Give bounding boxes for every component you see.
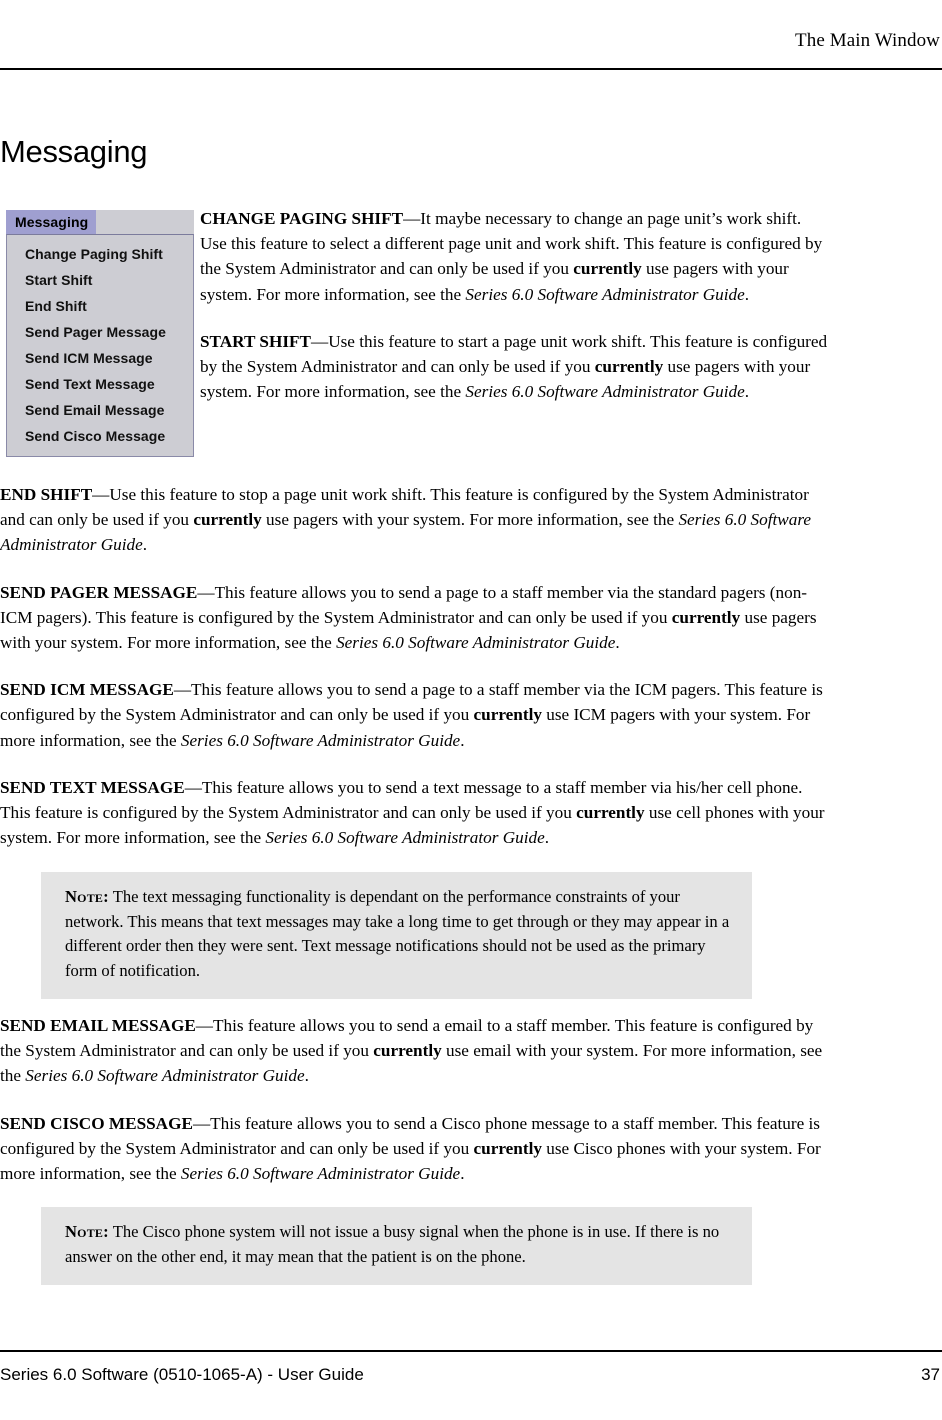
emphasis-currently: currently xyxy=(473,705,542,725)
paragraph-send-pager-message: SEND PAGER MESSAGE—This feature allows y… xyxy=(0,580,830,656)
term-end-shift: END SHIFT xyxy=(0,485,93,504)
main-text-flow: END SHIFT—Use this feature to stop a pag… xyxy=(0,482,830,850)
menu-item-send-cisco-message[interactable]: Send Cisco Message xyxy=(7,423,193,449)
paragraph-send-icm-message: SEND ICM MESSAGE—This feature allows you… xyxy=(0,677,830,753)
text: . xyxy=(544,828,549,848)
note-body: The Cisco phone system will not issue a … xyxy=(65,1222,720,1266)
paragraph-change-paging-shift: CHANGE PAGING SHIFT—It maybe necessary t… xyxy=(200,206,832,307)
reference-title: Series 6.0 Software Administrator Guide xyxy=(465,382,745,402)
note-body: The text messaging functionality is depe… xyxy=(65,887,730,980)
term-change-paging-shift: CHANGE PAGING SHIFT xyxy=(200,209,404,228)
text: . xyxy=(615,633,620,653)
term-send-email-message: SEND EMAIL MESSAGE xyxy=(0,1016,196,1035)
paragraph-send-email-message: SEND EMAIL MESSAGE—This feature allows y… xyxy=(0,1013,830,1089)
paragraph-send-text-message: SEND TEXT MESSAGE—This feature allows yo… xyxy=(0,775,830,851)
reference-title: Series 6.0 Software Administrator Guide xyxy=(336,633,616,653)
emphasis-currently: currently xyxy=(594,357,664,377)
note-text: Note: The text messaging functionality i… xyxy=(65,885,732,983)
term-send-cisco-message: SEND CISCO MESSAGE xyxy=(0,1113,193,1133)
text: . xyxy=(142,535,148,555)
emphasis-currently: currently xyxy=(473,1138,542,1158)
page-title: Messaging xyxy=(0,134,148,169)
text: . xyxy=(304,1066,309,1086)
emphasis-currently: currently xyxy=(573,259,642,279)
main-text-flow-continued: SEND EMAIL MESSAGE—This feature allows y… xyxy=(0,1013,830,1186)
term-send-icm-message: SEND ICM MESSAGE xyxy=(0,680,174,700)
reference-title: Series 6.0 Software Administrator Guide xyxy=(180,1164,461,1184)
paragraph-send-cisco-message: SEND CISCO MESSAGE—This feature allows y… xyxy=(0,1111,830,1187)
menu-item-start-shift[interactable]: Start Shift xyxy=(7,267,193,293)
footer-page-number: 37 xyxy=(921,1365,940,1384)
page-content: Messaging Messaging Change Paging Shift … xyxy=(0,132,942,847)
menu-item-send-icm-message[interactable]: Send ICM Message xyxy=(7,345,193,371)
note-text: Note: The Cisco phone system will not is… xyxy=(65,1220,732,1269)
menu-bar-item-messaging[interactable]: Messaging xyxy=(6,210,97,234)
emphasis-currently: currently xyxy=(671,607,741,627)
note-box-cisco-phone: Note: The Cisco phone system will not is… xyxy=(41,1207,752,1285)
menu-item-send-pager-message[interactable]: Send Pager Message xyxy=(7,319,193,345)
term-start-shift: START SHIFT xyxy=(200,331,311,351)
text: . xyxy=(460,730,465,750)
term-send-pager-message: SEND PAGER MESSAGE xyxy=(0,582,198,602)
menu-item-end-shift[interactable]: End Shift xyxy=(7,293,193,319)
text: . xyxy=(744,382,749,402)
header-rule xyxy=(0,68,942,70)
running-head: The Main Window xyxy=(795,30,940,51)
messaging-menu-screenshot: Messaging Change Paging Shift Start Shif… xyxy=(6,210,194,457)
note-box-text-messaging: Note: The text messaging functionality i… xyxy=(41,872,752,999)
reference-title: Series 6.0 Software Administrator Guide xyxy=(180,730,461,750)
messaging-dropdown-menu: Change Paging Shift Start Shift End Shif… xyxy=(6,234,194,457)
emphasis-currently: currently xyxy=(576,803,645,823)
menu-bar-empty-area xyxy=(96,210,194,234)
footer-rule xyxy=(0,1350,942,1352)
note-label: Note: xyxy=(65,887,109,906)
page-footer: Series 6.0 Software (0510-1065-A) - User… xyxy=(0,1350,942,1396)
page-header: The Main Window xyxy=(0,30,942,70)
text: . xyxy=(744,284,749,304)
text: use pagers with your system. For more in… xyxy=(261,510,679,530)
emphasis-currently: currently xyxy=(193,510,262,530)
paragraph-start-shift: START SHIFT—Use this feature to start a … xyxy=(200,329,832,405)
menu-item-change-paging-shift[interactable]: Change Paging Shift xyxy=(7,241,193,267)
paragraph-end-shift: END SHIFT—Use this feature to stop a pag… xyxy=(0,482,830,558)
reference-title: Series 6.0 Software Administrator Guide xyxy=(465,284,745,304)
note-label: Note: xyxy=(65,1222,109,1241)
footer-document-title: Series 6.0 Software (0510-1065-A) - User… xyxy=(0,1365,364,1384)
text: . xyxy=(460,1164,465,1184)
menu-bar: Messaging xyxy=(6,210,194,234)
menu-item-send-text-message[interactable]: Send Text Message xyxy=(7,371,193,397)
menu-item-send-email-message[interactable]: Send Email Message xyxy=(7,397,193,423)
emphasis-currently: currently xyxy=(373,1041,442,1061)
wrapped-text-column: CHANGE PAGING SHIFT—It maybe necessary t… xyxy=(200,206,832,404)
reference-title: Series 6.0 Software Administrator Guide xyxy=(265,828,545,848)
term-send-text-message: SEND TEXT MESSAGE xyxy=(0,777,185,797)
reference-title: Series 6.0 Software Administrator Guide xyxy=(25,1066,305,1086)
